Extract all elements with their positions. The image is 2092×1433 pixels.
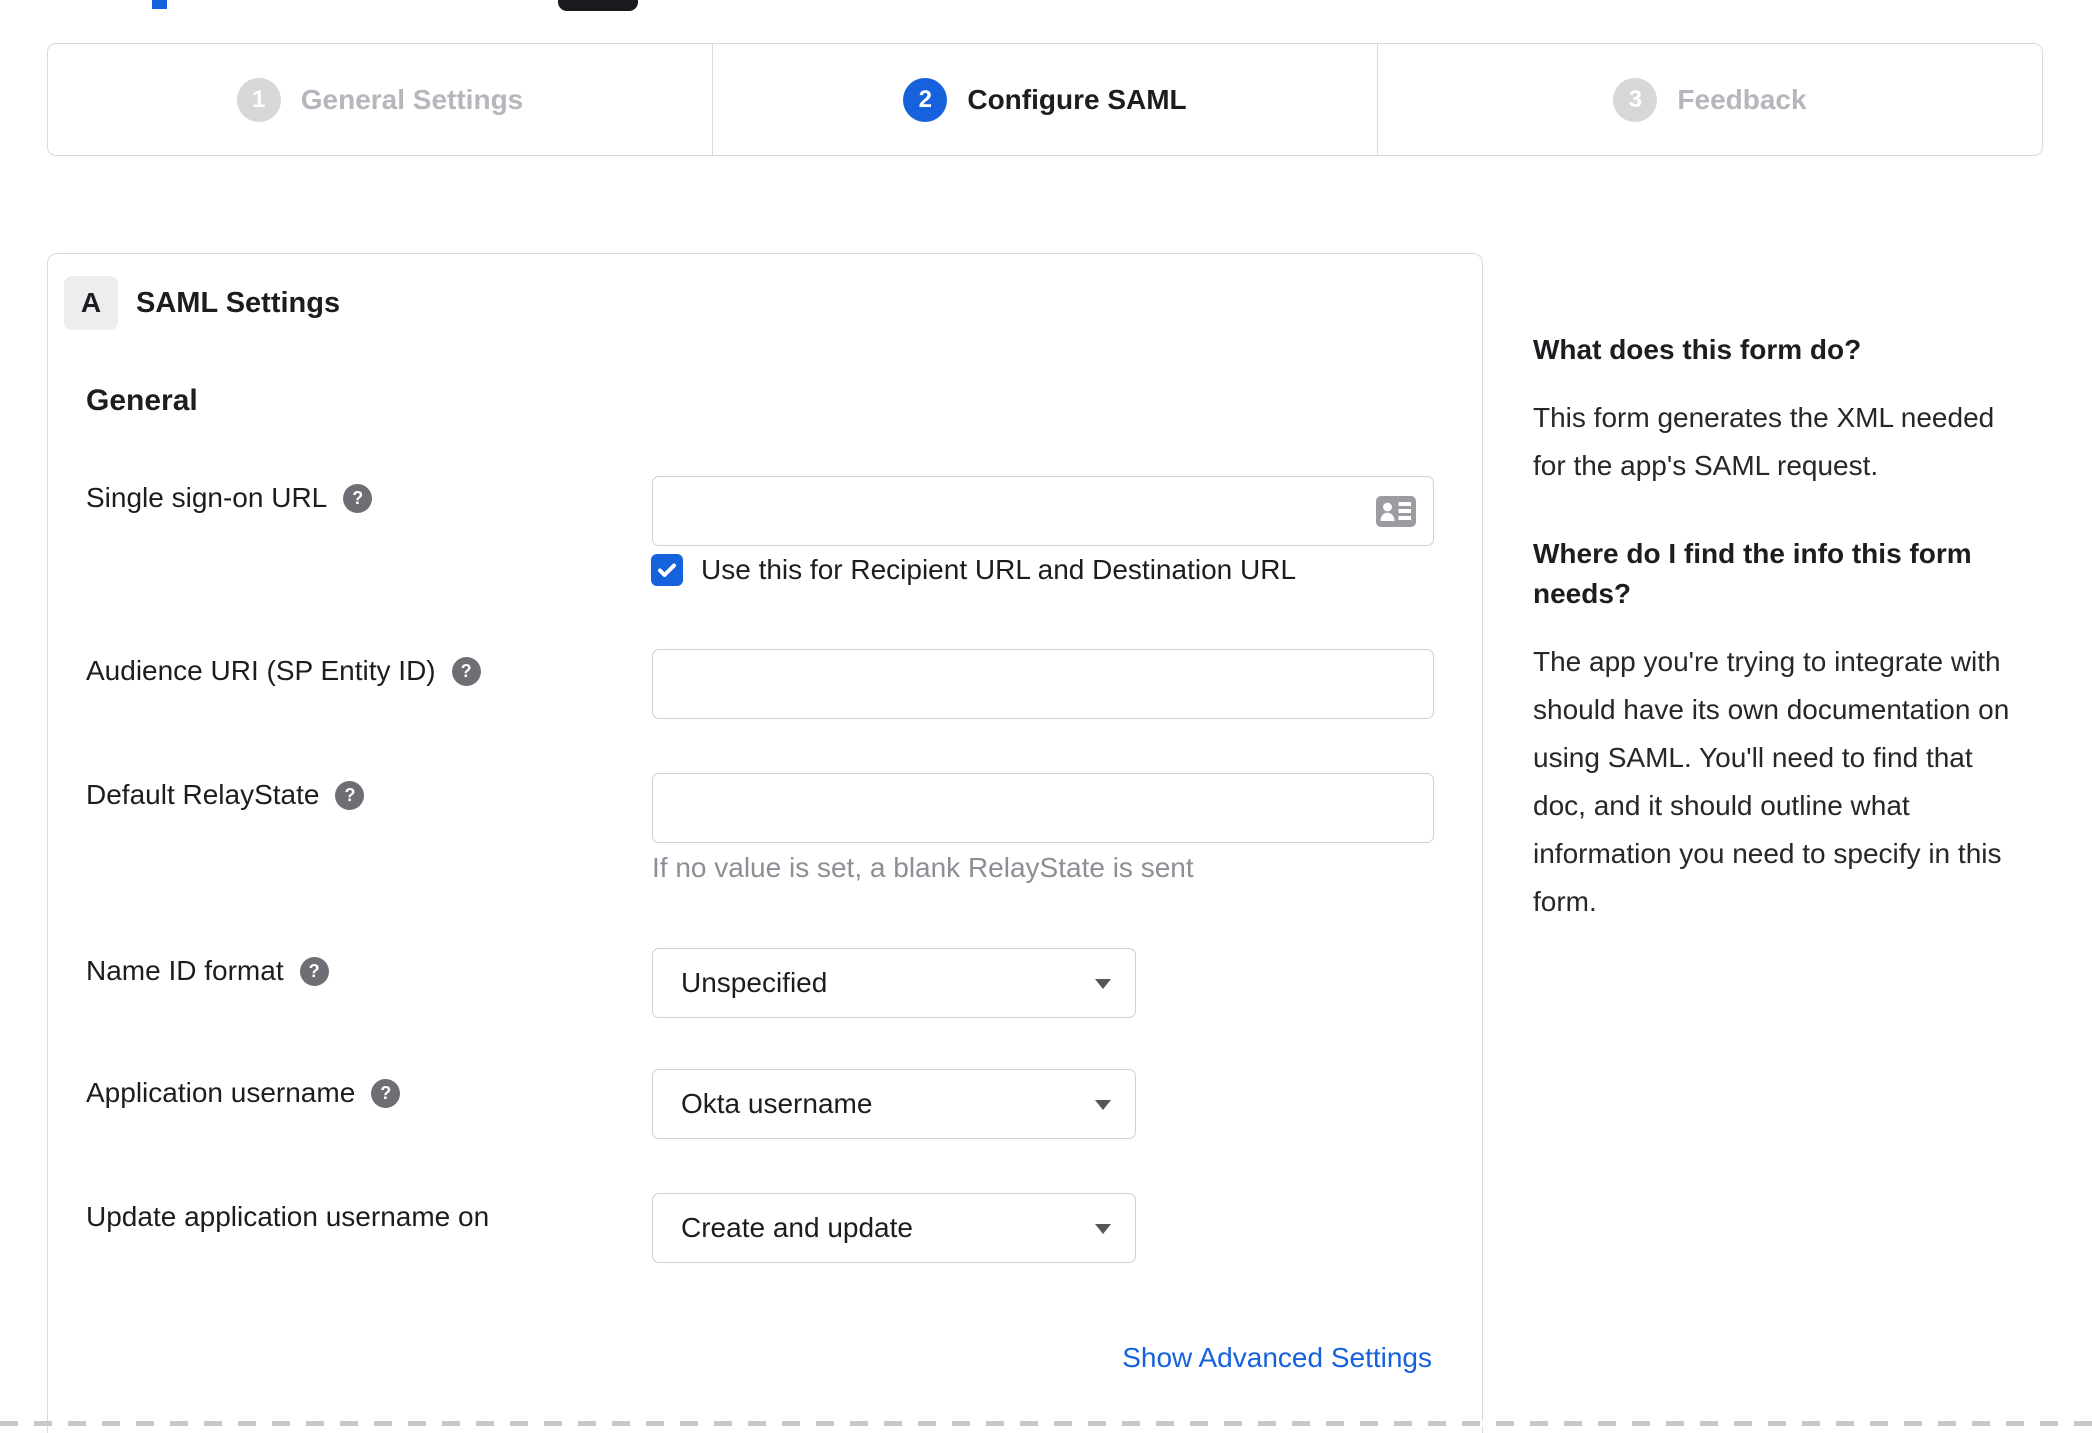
sso-url-input[interactable] xyxy=(652,476,1434,546)
section-a-badge: A xyxy=(64,276,118,330)
help-heading-form-do: What does this form do? xyxy=(1533,334,1862,365)
relaystate-help-icon[interactable]: ? xyxy=(335,780,365,810)
step-2-label: Configure SAML xyxy=(967,83,1187,115)
step-general-settings[interactable]: 1 General Settings xyxy=(48,44,712,155)
name-id-format-label: Name ID format xyxy=(86,955,284,986)
update-username-select[interactable]: Create and update xyxy=(652,1193,1136,1263)
step-2-badge: 2 xyxy=(903,77,948,122)
step-3-label: Feedback xyxy=(1677,83,1807,115)
sso-url-help-icon[interactable]: ? xyxy=(343,483,373,513)
relaystate-input[interactable] xyxy=(652,773,1434,843)
update-username-label: Update application username on xyxy=(86,1201,490,1232)
wizard-stepper: 1 General Settings 2 Configure SAML 3 Fe… xyxy=(47,43,2043,156)
relaystate-label-row: Default RelayState ? xyxy=(86,778,365,812)
recipient-url-checkbox-label: Use this for Recipient URL and Destinati… xyxy=(701,554,1297,585)
chevron-down-icon xyxy=(1095,1224,1111,1234)
sso-url-label-row: Single sign-on URL ? xyxy=(86,481,373,515)
contact-card-icon[interactable] xyxy=(1376,496,1416,527)
sso-url-label: Single sign-on URL xyxy=(86,482,328,513)
app-username-help-icon[interactable]: ? xyxy=(371,1078,401,1108)
audience-uri-label: Audience URI (SP Entity ID) xyxy=(86,655,436,686)
help-body-form-do: This form generates the XML needed for t… xyxy=(1533,402,1995,481)
show-advanced-settings-link[interactable]: Show Advanced Settings xyxy=(1122,1342,1432,1374)
step-3-badge: 3 xyxy=(1613,77,1658,122)
name-id-format-value: Unspecified xyxy=(681,967,828,998)
saml-settings-panel: A SAML Settings General Single sign-on U… xyxy=(47,253,1483,1433)
name-id-format-select[interactable]: Unspecified xyxy=(652,948,1136,1018)
recipient-url-checkbox-row: Use this for Recipient URL and Destinati… xyxy=(651,554,1296,586)
cutoff-header-logo-fragment xyxy=(558,0,638,11)
help-panel: What does this form do? This form genera… xyxy=(1533,330,2033,970)
audience-uri-label-row: Audience URI (SP Entity ID) ? xyxy=(86,654,481,688)
step-1-badge: 1 xyxy=(236,77,281,122)
name-id-format-help-icon[interactable]: ? xyxy=(299,956,329,986)
name-id-format-label-row: Name ID format ? xyxy=(86,954,329,988)
audience-uri-input-wrap xyxy=(652,649,1434,719)
app-username-label-row: Application username ? xyxy=(86,1076,401,1110)
general-group-heading: General xyxy=(86,384,198,417)
audience-uri-input[interactable] xyxy=(652,649,1434,719)
relaystate-label: Default RelayState xyxy=(86,779,320,810)
cutoff-header-blue-fragment xyxy=(152,0,167,9)
step-1-label: General Settings xyxy=(300,83,524,115)
app-username-label: Application username xyxy=(86,1077,356,1108)
relaystate-hint: If no value is set, a blank RelayState i… xyxy=(652,852,1194,883)
app-username-value: Okta username xyxy=(681,1088,873,1119)
app-username-select[interactable]: Okta username xyxy=(652,1069,1136,1139)
audience-uri-help-icon[interactable]: ? xyxy=(451,656,481,686)
chevron-down-icon xyxy=(1095,979,1111,989)
relaystate-input-wrap xyxy=(652,773,1434,843)
chevron-down-icon xyxy=(1095,1100,1111,1110)
help-heading-find-info: Where do I find the info this form needs… xyxy=(1533,538,1972,609)
update-username-label-row: Update application username on xyxy=(86,1200,489,1234)
cutoff-bottom-dashed-strip xyxy=(0,1421,2092,1426)
step-configure-saml[interactable]: 2 Configure SAML xyxy=(712,44,1377,155)
help-body-find-info: The app you're trying to integrate with … xyxy=(1533,646,2010,917)
sso-url-input-wrap xyxy=(652,476,1434,546)
recipient-url-checkbox[interactable] xyxy=(651,554,683,586)
update-username-value: Create and update xyxy=(681,1212,913,1243)
step-feedback[interactable]: 3 Feedback xyxy=(1377,44,2042,155)
section-title: SAML Settings xyxy=(136,286,341,319)
